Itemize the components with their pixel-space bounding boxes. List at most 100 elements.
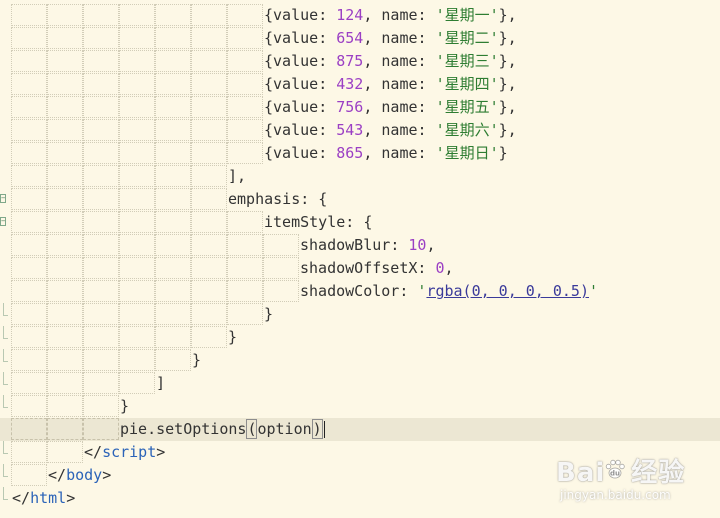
indent-guide — [119, 50, 155, 72]
code-token-punc: : — [318, 98, 337, 116]
code-line[interactable]: shadowOffsetX: 0, — [0, 257, 720, 280]
code-token-num: 543 — [336, 121, 364, 139]
code-token-punc: { — [264, 121, 274, 139]
code-token-key: value — [273, 29, 319, 47]
code-text: {value: 543, name: '星期六'}, — [264, 120, 517, 141]
indent-guide — [191, 4, 227, 26]
indent-guide — [191, 165, 227, 187]
code-token-punc: : — [417, 259, 436, 277]
indent-guide — [83, 280, 119, 302]
code-token-punc: , — [363, 52, 382, 70]
code-token-punc: { — [264, 98, 274, 116]
indent-guide — [47, 4, 83, 26]
code-line[interactable]: {value: 756, name: '星期五'}, — [0, 96, 720, 119]
code-line[interactable]: ] — [0, 372, 720, 395]
indent-guide — [83, 349, 119, 371]
code-token-key: name — [381, 98, 418, 116]
code-text: } — [228, 327, 237, 348]
code-editor[interactable]: {value: 124, name: '星期一'}, {value: 654, n… — [0, 0, 720, 518]
code-token-punc: : — [318, 6, 337, 24]
indent-guide — [191, 96, 227, 118]
code-line[interactable]: } — [0, 349, 720, 372]
code-token-punc: , — [363, 144, 382, 162]
code-line[interactable]: {value: 124, name: '星期一'}, — [0, 4, 720, 27]
indent-guide — [11, 257, 47, 279]
indent-guide — [155, 4, 191, 26]
code-line[interactable]: {value: 654, name: '星期二'}, — [0, 27, 720, 50]
code-line[interactable]: {value: 865, name: '星期日'} — [0, 142, 720, 165]
code-token-punc: , — [426, 236, 436, 254]
code-line[interactable]: shadowColor: 'rgba(0, 0, 0, 0.5)' — [0, 280, 720, 303]
indent-guide — [191, 50, 227, 72]
code-line[interactable]: } — [0, 395, 720, 418]
indent-guide — [83, 188, 119, 210]
code-line[interactable]: } — [0, 326, 720, 349]
code-line[interactable]: {value: 543, name: '星期六'}, — [0, 119, 720, 142]
code-token-punc: : — [390, 236, 409, 254]
baidu-paw-icon: du — [605, 459, 625, 479]
indent-guide — [47, 303, 83, 325]
indent-guide — [155, 96, 191, 118]
indent-guide — [11, 395, 47, 417]
code-token-tag: body — [66, 466, 103, 484]
code-text: pie.setOptions(option) — [120, 419, 325, 440]
indent-guide — [155, 257, 191, 279]
code-token-str: '星期四' — [435, 75, 499, 93]
indent-guide — [83, 326, 119, 348]
code-text: shadowColor: 'rgba(0, 0, 0, 0.5)' — [300, 281, 598, 302]
code-token-punc: : { — [300, 190, 328, 208]
code-token-punc: { — [264, 29, 274, 47]
code-token-tag: html — [30, 489, 67, 507]
code-text: } — [120, 396, 129, 417]
code-text: </script> — [84, 442, 165, 463]
code-token-punc: : — [417, 52, 436, 70]
code-token-punc: } — [192, 351, 202, 369]
indent-guide — [227, 73, 263, 95]
indent-guide — [11, 188, 47, 210]
indent-guide — [83, 372, 119, 394]
fold-toggle-icon[interactable]: − — [0, 217, 6, 226]
indent-guide — [191, 142, 227, 164]
code-line[interactable]: {value: 432, name: '星期四'}, — [0, 73, 720, 96]
indent-guide — [83, 142, 119, 164]
code-line[interactable]: } — [0, 303, 720, 326]
indent-guide — [155, 188, 191, 210]
code-token-punc: } — [120, 397, 130, 415]
indent-guide — [11, 27, 47, 49]
indent-guide — [11, 372, 47, 394]
code-line[interactable]: − itemStyle: { — [0, 211, 720, 234]
code-line-current[interactable]: pie.setOptions(option) — [0, 418, 720, 441]
indent-guide — [155, 165, 191, 187]
fold-end-marker — [3, 349, 8, 362]
code-token-key: value — [273, 144, 319, 162]
indent-guide — [47, 50, 83, 72]
code-token-punc: ( — [246, 419, 258, 439]
indent-guide — [119, 73, 155, 95]
code-line[interactable]: ], — [0, 165, 720, 188]
code-token-str: '星期三' — [435, 52, 499, 70]
indent-guide — [47, 257, 83, 279]
code-token-punc: }, — [498, 75, 517, 93]
indent-guide — [47, 441, 83, 463]
indent-guide — [47, 96, 83, 118]
text-cursor — [323, 421, 325, 438]
code-token-punc: { — [264, 75, 274, 93]
code-line[interactable]: shadowBlur: 10, — [0, 234, 720, 257]
indent-guide — [191, 211, 227, 233]
indent-guide — [119, 234, 155, 256]
code-text: {value: 654, name: '星期二'}, — [264, 28, 517, 49]
code-line[interactable]: − emphasis: { — [0, 188, 720, 211]
indent-guide — [47, 349, 83, 371]
code-line[interactable]: {value: 875, name: '星期三'}, — [0, 50, 720, 73]
code-text: {value: 756, name: '星期五'}, — [264, 97, 517, 118]
code-token-punc: { — [264, 52, 274, 70]
code-token-punc: } — [498, 144, 508, 162]
fold-toggle-icon[interactable]: − — [0, 194, 6, 203]
indent-guide — [83, 257, 119, 279]
code-token-punc: > — [156, 443, 166, 461]
svg-text:du: du — [610, 470, 620, 478]
indent-guide — [83, 119, 119, 141]
code-token-punc: : — [417, 144, 436, 162]
code-token-punc: : — [417, 121, 436, 139]
indent-guide — [191, 73, 227, 95]
